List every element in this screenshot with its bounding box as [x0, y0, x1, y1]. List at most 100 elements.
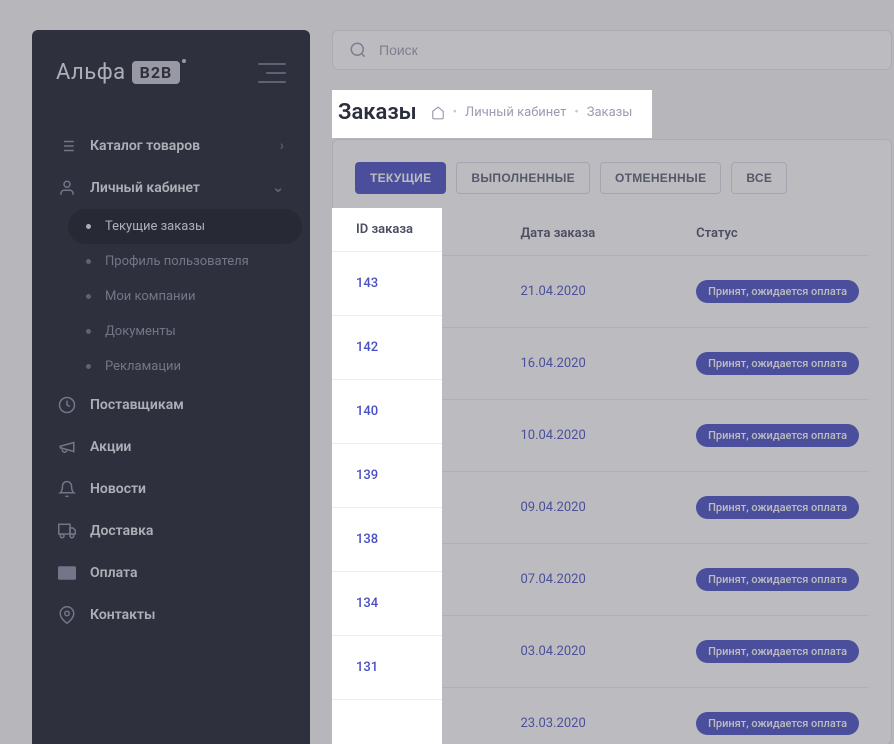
clock-icon: [58, 396, 76, 414]
megaphone-icon: [58, 438, 76, 456]
breadcrumb-link-account[interactable]: Личный кабинет: [461, 101, 562, 116]
orders-table: ID заказа Дата заказа Статус 14321.04.20…: [355, 212, 869, 744]
brand-badge: B2B: [132, 61, 181, 84]
sidebar-item-account[interactable]: Личный кабинет ⌄: [40, 167, 302, 209]
table-row[interactable]: 13909.04.2020 Принят, ожидается оплата: [355, 472, 869, 544]
cell-order-id[interactable]: 134: [355, 616, 510, 688]
status-badge: Принят, ожидается оплата: [696, 496, 859, 519]
orders-card: ТЕКУЩИЕ ВЫПОЛНЕННЫЕ ОТМЕНЕННЫЕ ВСЕ ID за…: [332, 139, 892, 744]
sidebar-sub-profile[interactable]: Профиль пользователя: [68, 244, 302, 279]
cell-order-date: 07.04.2020: [510, 544, 686, 616]
page-header: Заказы • Личный кабинет • Заказы: [332, 88, 892, 139]
user-icon: [58, 179, 76, 197]
sidebar-item-payment[interactable]: Оплата: [40, 552, 302, 594]
table-row[interactable]: 14010.04.2020 Принят, ожидается оплата: [355, 400, 869, 472]
tab-current[interactable]: ТЕКУЩИЕ: [355, 162, 446, 194]
cell-order-id[interactable]: 139: [355, 472, 510, 544]
sidebar-item-label: Каталог товаров: [90, 138, 200, 154]
col-header-id[interactable]: ID заказа: [355, 212, 510, 256]
search-bar[interactable]: [332, 30, 892, 70]
search-input[interactable]: [379, 42, 875, 58]
dot-icon: [86, 329, 91, 334]
sidebar-item-label: Новости: [90, 481, 146, 497]
sidebar-item-delivery[interactable]: Доставка: [40, 510, 302, 552]
table-row[interactable]: 13807.04.2020 Принят, ожидается оплата: [355, 544, 869, 616]
sidebar-item-label: Поставщикам: [90, 397, 184, 413]
sidebar-subnav: Текущие заказы Профиль пользователя Мои …: [40, 209, 302, 384]
pin-icon: [58, 606, 76, 624]
status-badge: Принят, ожидается оплата: [696, 280, 859, 303]
sidebar-item-label: Документы: [105, 324, 176, 339]
home-icon[interactable]: [427, 102, 441, 116]
cell-order-date: 21.04.2020: [510, 256, 686, 328]
sidebar-item-label: Акции: [90, 439, 131, 455]
cell-order-status: Принят, ожидается оплата: [686, 400, 869, 472]
sidebar-item-contacts[interactable]: Контакты: [40, 594, 302, 636]
sidebar-item-label: Текущие заказы: [105, 219, 205, 234]
cell-order-date: 10.04.2020: [510, 400, 686, 472]
cell-order-status: Принят, ожидается оплата: [686, 616, 869, 688]
cell-order-status: Принят, ожидается оплата: [686, 256, 869, 328]
brand-text: Альфа: [56, 60, 126, 85]
cell-order-date: 03.04.2020: [510, 616, 686, 688]
cell-order-id[interactable]: 131: [355, 688, 510, 744]
tab-all[interactable]: ВСЕ: [731, 162, 787, 194]
dot-icon: [86, 294, 91, 299]
breadcrumb-link-orders[interactable]: Заказы: [583, 101, 629, 116]
col-header-date[interactable]: Дата заказа: [510, 212, 686, 256]
cell-order-date: 09.04.2020: [510, 472, 686, 544]
menu-toggle-icon[interactable]: [258, 63, 286, 83]
chevron-down-icon: ⌄: [272, 180, 284, 196]
sidebar-nav: Каталог товаров › Личный кабинет ⌄ Текущ…: [32, 105, 310, 636]
sidebar-sub-current-orders[interactable]: Текущие заказы: [68, 209, 302, 244]
chevron-right-icon: ›: [280, 138, 284, 154]
table-row[interactable]: 13403.04.2020 Принят, ожидается оплата: [355, 616, 869, 688]
sidebar-item-label: Контакты: [90, 607, 155, 623]
table-row[interactable]: 13123.03.2020Принят, ожидается оплата: [355, 688, 869, 744]
cell-order-id[interactable]: 143: [355, 256, 510, 328]
sidebar-item-promo[interactable]: Акции: [40, 426, 302, 468]
sidebar: Альфа B2B Каталог товаров › Личный кабин…: [32, 30, 310, 744]
cell-order-id[interactable]: 142: [355, 328, 510, 400]
dot-icon: [86, 224, 91, 229]
sidebar-item-suppliers[interactable]: Поставщикам: [40, 384, 302, 426]
main-content: Заказы • Личный кабинет • Заказы ТЕКУЩИЕ…: [332, 30, 892, 744]
cell-order-id[interactable]: 138: [355, 544, 510, 616]
table-row[interactable]: 14321.04.2020 Принят, ожидается оплата: [355, 256, 869, 328]
cell-order-status: Принят, ожидается оплата: [686, 544, 869, 616]
sidebar-item-label: Доставка: [90, 523, 153, 539]
sidebar-sub-companies[interactable]: Мои компании: [68, 279, 302, 314]
sidebar-item-label: Мои компании: [105, 289, 196, 304]
status-badge: Принят, ожидается оплата: [696, 568, 859, 591]
tab-cancelled[interactable]: ОТМЕНЕННЫЕ: [600, 162, 721, 194]
sidebar-item-label: Оплата: [90, 565, 137, 581]
cell-order-status: Принят, ожидается оплата: [686, 328, 869, 400]
page-title: Заказы: [334, 96, 413, 121]
separator: •: [570, 101, 574, 116]
cell-order-date: 23.03.2020: [510, 688, 686, 744]
tab-done[interactable]: ВЫПОЛНЕННЫЕ: [456, 162, 590, 194]
truck-icon: [58, 522, 76, 540]
table-row[interactable]: 14216.04.2020Принят, ожидается оплата: [355, 328, 869, 400]
col-header-status[interactable]: Статус: [686, 212, 869, 256]
separator: •: [449, 101, 453, 116]
bell-icon: [58, 480, 76, 498]
cell-order-status: Принят, ожидается оплата: [686, 688, 869, 744]
breadcrumb: • Личный кабинет • Заказы: [427, 101, 629, 116]
sidebar-sub-claims[interactable]: Рекламации: [68, 349, 302, 384]
status-badge: Принят, ожидается оплата: [696, 424, 859, 447]
sidebar-item-label: Профиль пользователя: [105, 254, 249, 269]
sidebar-item-catalog[interactable]: Каталог товаров ›: [40, 125, 302, 167]
status-badge: Принят, ожидается оплата: [696, 640, 859, 663]
tabs: ТЕКУЩИЕ ВЫПОЛНЕННЫЕ ОТМЕНЕННЫЕ ВСЕ: [355, 162, 869, 194]
dot-icon: [86, 364, 91, 369]
cell-order-date: 16.04.2020: [510, 328, 686, 400]
sidebar-item-label: Рекламации: [105, 359, 181, 374]
cell-order-id[interactable]: 140: [355, 400, 510, 472]
sidebar-item-news[interactable]: Новости: [40, 468, 302, 510]
sidebar-header: Альфа B2B: [32, 30, 310, 105]
sidebar-sub-docs[interactable]: Документы: [68, 314, 302, 349]
search-icon: [349, 41, 367, 59]
brand-logo[interactable]: Альфа B2B: [56, 60, 180, 85]
cell-order-status: Принят, ожидается оплата: [686, 472, 869, 544]
